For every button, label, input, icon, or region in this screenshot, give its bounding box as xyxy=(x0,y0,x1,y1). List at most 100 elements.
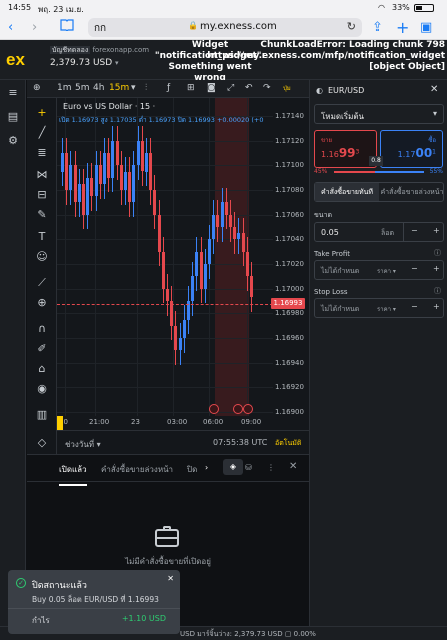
tab-closed[interactable]: ปิด xyxy=(187,463,197,476)
layout-icon[interactable]: ⊞ xyxy=(187,83,195,93)
event-marker-icon[interactable] xyxy=(233,404,243,414)
plus-icon[interactable]: + xyxy=(433,226,440,235)
menu-icon[interactable]: ≡ xyxy=(6,86,20,100)
trash-icon[interactable]: ▥ xyxy=(35,408,49,422)
add-indicator-icon[interactable]: ⊕ xyxy=(33,83,41,93)
exness-logo[interactable]: ex xyxy=(6,50,30,69)
plus-icon[interactable]: + xyxy=(433,302,440,311)
account-domain: forexonapp.com xyxy=(92,46,150,54)
fib-icon[interactable]: ≣ xyxy=(35,146,49,160)
diamond-icon[interactable]: ◇ xyxy=(35,436,49,450)
crosshair-icon[interactable]: + xyxy=(35,106,49,120)
event-marker-icon[interactable] xyxy=(209,404,219,414)
y-tick-label: 1.17100 xyxy=(275,161,304,170)
mode-select[interactable]: โหมดเริ่มต้น ▾ xyxy=(314,104,444,124)
magnet-icon[interactable]: ∩ xyxy=(35,322,49,336)
projection-icon[interactable]: ⊟ xyxy=(35,188,49,202)
time-handle[interactable] xyxy=(57,416,63,430)
pattern-icon[interactable]: ⋈ xyxy=(35,168,49,182)
info-icon[interactable]: ⓘ xyxy=(434,248,441,258)
buy-price-a: 1.17 xyxy=(397,150,416,159)
chevron-right-icon[interactable]: › xyxy=(205,463,208,472)
brush-icon[interactable]: ✎ xyxy=(35,208,49,222)
lock-icon[interactable]: ⌂ xyxy=(35,362,49,376)
take-profit-input[interactable]: ไม่ได้กำหนด ราคา ▾ − + xyxy=(314,260,444,280)
market-order-tab[interactable]: คำสั่งซื้อขายทันที xyxy=(315,183,379,201)
layers-icon[interactable]: ◈ xyxy=(223,459,243,475)
pending-order-tab[interactable]: คำสั่งซื้อขายล่วงหน้า xyxy=(380,183,444,201)
tf-15m[interactable]: 15m xyxy=(109,83,129,93)
y-tick-label: 1.17140 xyxy=(275,112,304,120)
stop-loss-input[interactable]: ไม่ได้กำหนด ราคา ▾ − + xyxy=(314,298,444,318)
more-icon[interactable]: ⋮ xyxy=(267,463,275,472)
settings-icon[interactable]: ⚙ xyxy=(6,134,20,148)
price-chart[interactable]: 1.17140 1.17120 1.17100 1.17080 1.17060 1.170… xyxy=(57,98,309,430)
sl-unit[interactable]: ราคา ▾ xyxy=(377,304,396,314)
minus-icon[interactable]: − xyxy=(411,302,418,311)
url-text[interactable]: my.exness.com xyxy=(200,21,277,32)
fullscreen-icon[interactable]: ⤢ xyxy=(227,83,234,93)
buttons-toggle[interactable]: ปุ่ม xyxy=(283,83,291,93)
close-icon[interactable]: ✕ xyxy=(289,461,297,472)
emoji-icon[interactable]: ☺ xyxy=(35,250,49,264)
volume-input[interactable]: 0.05 ล็อต − + xyxy=(314,222,444,242)
event-marker-icon[interactable] xyxy=(243,404,253,414)
ruler-icon[interactable]: ⟋ xyxy=(35,276,49,290)
minus-icon[interactable]: − xyxy=(411,264,418,273)
sl-value: ไม่ได้กำหนด xyxy=(321,305,360,313)
close-icon[interactable]: ✕ xyxy=(167,574,174,583)
tf-5m[interactable]: 5m xyxy=(75,83,90,93)
reload-icon[interactable]: ↻ xyxy=(347,20,356,33)
lock-drawing-icon[interactable]: ✐ xyxy=(35,342,49,356)
sell-button[interactable]: ขาย 1.16993 xyxy=(314,130,377,168)
tf-4h[interactable]: 4h xyxy=(93,83,104,93)
chart-type-icon[interactable]: ⫶ xyxy=(145,83,147,93)
account-balance[interactable]: 2,379.73 USD ▾ xyxy=(50,58,119,68)
address-bar[interactable]: กก 🔒 my.exness.com ↻ xyxy=(88,18,362,37)
minus-icon[interactable]: − xyxy=(411,226,418,235)
y-tick-label: 1.16960 xyxy=(275,334,304,342)
trendline-icon[interactable]: ╱ xyxy=(35,126,49,140)
grid-line xyxy=(57,313,273,315)
symbol-name[interactable]: EUR/USD xyxy=(328,86,364,95)
tp-unit[interactable]: ราคา ▾ xyxy=(377,266,396,276)
margin-summary: USD มาร์จิ้นว่าง: 2,379.73 USD ▢ 0.00% xyxy=(180,630,316,638)
stack-icon[interactable]: ⛁ xyxy=(245,463,252,472)
tp-label: Take Profit xyxy=(314,250,351,258)
buy-button[interactable]: ซื้อ 1.17001 xyxy=(380,130,443,168)
auto-scale-toggle[interactable]: อัตโนมัติ xyxy=(275,438,301,449)
forward-icon[interactable]: › xyxy=(32,16,37,40)
chevron-down-icon[interactable]: ▾ xyxy=(131,83,136,93)
redo-icon[interactable]: ↷ xyxy=(263,83,271,93)
candle-body xyxy=(136,140,140,166)
back-icon[interactable]: ‹ xyxy=(8,16,13,40)
reader-aa[interactable]: กก xyxy=(94,21,106,36)
share-icon[interactable]: ⇪ xyxy=(372,16,383,40)
candle-body xyxy=(157,214,161,252)
grid-line xyxy=(173,98,174,416)
grid-line xyxy=(57,264,273,265)
tab-open[interactable]: เปิดแล้ว xyxy=(59,463,87,486)
plus-icon[interactable]: + xyxy=(433,264,440,273)
ios-status-bar: 14:55 พฤ. 23 เม.ย. ◠ 33% xyxy=(0,0,447,16)
indicators-icon[interactable]: ƒ xyxy=(167,83,170,93)
briefcase-icon[interactable]: ▤ xyxy=(6,110,20,124)
tf-1m[interactable]: 1m xyxy=(57,83,72,93)
profit-value: +1.10 USD xyxy=(121,614,166,623)
text-icon[interactable]: T xyxy=(35,230,49,244)
tabs-icon[interactable]: ▣ xyxy=(420,16,432,40)
zoom-in-icon[interactable]: ⊕ xyxy=(35,296,49,310)
tab-pending[interactable]: คำสั่งซื้อขายล่วงหน้า xyxy=(101,463,173,476)
date-range-button[interactable]: ช่วงวันที่ ▾ xyxy=(65,438,101,451)
candle-body xyxy=(145,153,148,172)
new-tab-icon[interactable]: + xyxy=(396,16,409,40)
order-type-toggle: คำสั่งซื้อขายทันที คำสั่งซื้อขายล่วงหน้า xyxy=(314,182,444,202)
close-icon[interactable]: ✕ xyxy=(430,84,438,95)
camera-icon[interactable]: ◙ xyxy=(207,83,216,93)
info-icon[interactable]: ⓘ xyxy=(434,286,441,296)
eye-icon[interactable]: ◉ xyxy=(35,382,49,396)
undo-icon[interactable]: ↶ xyxy=(245,83,253,93)
account-type[interactable]: บัญชีทดลอง forexonapp.com xyxy=(50,45,149,56)
utc-clock[interactable]: 07:55:38 UTC xyxy=(213,438,267,447)
bookmarks-icon[interactable] xyxy=(60,16,74,40)
